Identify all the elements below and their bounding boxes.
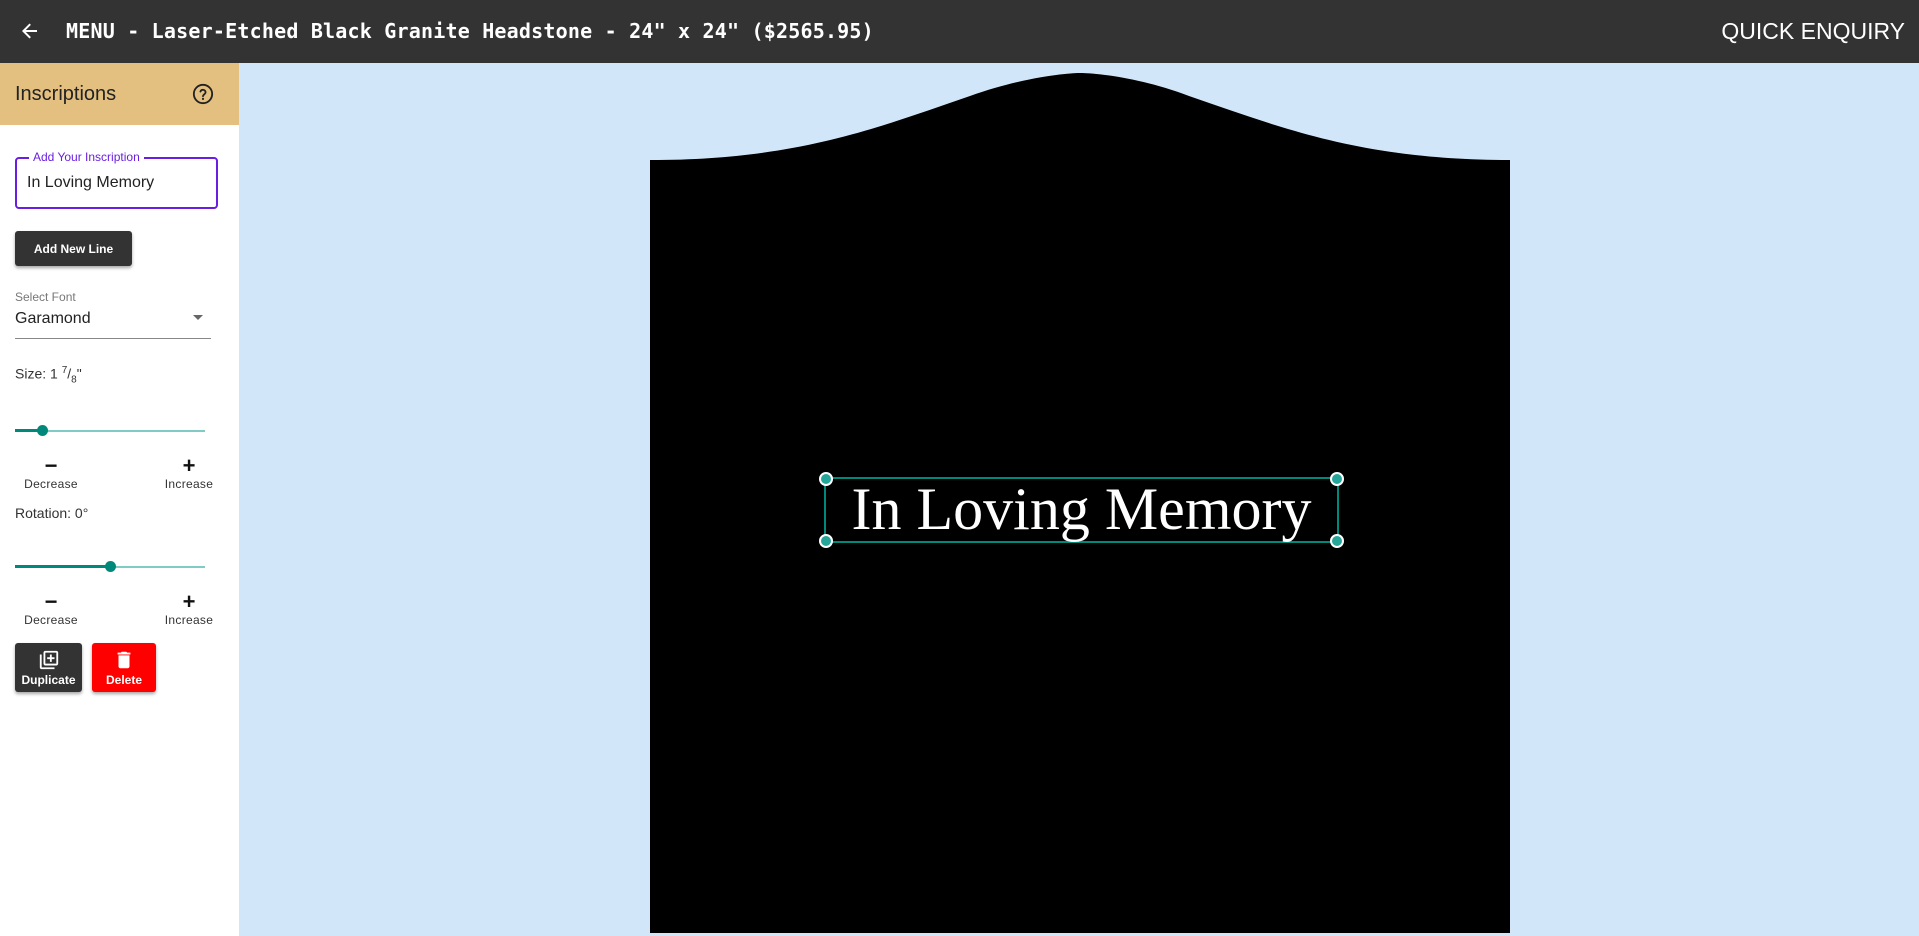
panel-header: Inscriptions — [0, 63, 239, 125]
rotation-slider-thumb[interactable] — [105, 561, 116, 572]
delete-label: Delete — [105, 673, 143, 687]
font-select[interactable]: Garamond — [15, 306, 211, 339]
size-prefix: Size: 1 — [15, 365, 62, 382]
duplicate-icon — [39, 650, 58, 670]
plus-icon: + — [182, 453, 196, 478]
size-increase-button[interactable]: + Increase — [149, 455, 229, 499]
resize-handle-top-right[interactable] — [1330, 472, 1344, 486]
inscription-text[interactable]: In Loving Memory — [826, 473, 1337, 545]
size-increase-label: Increase — [164, 477, 214, 491]
resize-handle-bottom-right[interactable] — [1330, 534, 1344, 548]
rotation-increase-button[interactable]: + Increase — [149, 591, 229, 635]
duplicate-label: Duplicate — [21, 673, 76, 687]
delete-button[interactable]: Delete — [92, 643, 156, 692]
design-canvas[interactable]: In Loving Memory — [239, 63, 1919, 936]
rotation-slider[interactable] — [15, 557, 205, 577]
minus-icon: − — [44, 453, 58, 478]
duplicate-button[interactable]: Duplicate — [15, 643, 82, 692]
arrow-left-icon — [22, 23, 37, 39]
size-decrease-button[interactable]: − Decrease — [11, 455, 91, 499]
minus-icon: − — [44, 589, 58, 614]
rotation-decrease-label: Decrease — [24, 613, 78, 627]
resize-handle-bottom-left[interactable] — [819, 534, 833, 548]
font-select-label: Select Font — [15, 290, 76, 304]
size-label: Size: 1 7/8" — [15, 365, 82, 385]
inscription-input[interactable] — [27, 171, 207, 195]
back-button[interactable] — [10, 11, 50, 51]
top-bar: MENU - Laser-Etched Black Granite Headst… — [0, 0, 1919, 63]
size-slider-thumb[interactable] — [36, 425, 48, 436]
font-select-value: Garamond — [15, 310, 91, 327]
size-slider[interactable] — [15, 421, 205, 441]
dropdown-arrow-icon — [193, 315, 203, 320]
resize-handle-top-left[interactable] — [819, 472, 833, 486]
rotation-increase-label: Increase — [164, 613, 214, 627]
rotation-decrease-button[interactable]: − Decrease — [11, 591, 91, 635]
trash-icon — [117, 651, 131, 669]
page-title[interactable]: MENU - Laser-Etched Black Granite Headst… — [66, 0, 874, 63]
help-circle-icon[interactable] — [192, 83, 214, 105]
size-suffix: " — [76, 365, 82, 382]
inscription-text-selection[interactable]: In Loving Memory — [819, 472, 1344, 548]
inscription-input-wrapper: Add Your Inscription — [15, 150, 218, 209]
rotation-slider-track — [15, 565, 110, 568]
panel-title: Inscriptions — [15, 83, 117, 105]
inscription-input-label: Add Your Inscription — [29, 150, 144, 164]
quick-enquiry-button[interactable]: QUICK ENQUIRY — [1721, 0, 1905, 63]
size-decrease-label: Decrease — [24, 477, 78, 491]
plus-icon: + — [182, 589, 196, 614]
add-new-line-button[interactable]: Add New Line — [15, 231, 132, 266]
rotation-label: Rotation: 0° — [15, 505, 89, 521]
inscriptions-panel: Inscriptions Add Your Inscription Add Ne… — [0, 63, 239, 936]
